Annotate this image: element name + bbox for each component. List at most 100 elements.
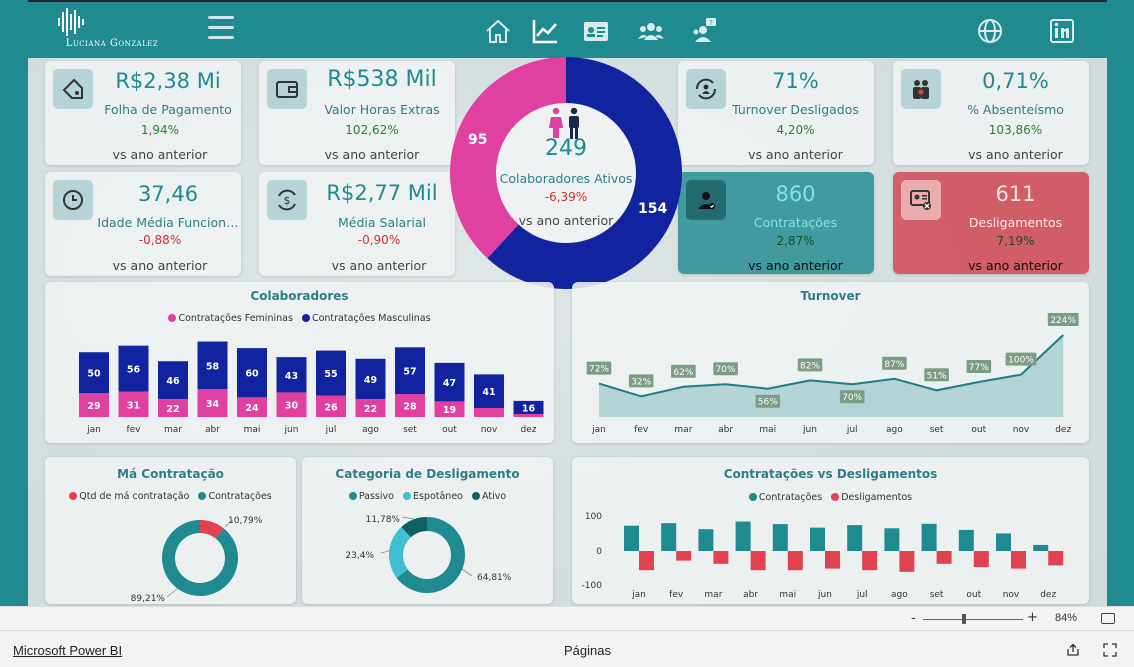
bar-desligamentos bbox=[899, 551, 915, 572]
bar-label-female: 34 bbox=[206, 399, 220, 410]
bar-contratacoes bbox=[772, 524, 788, 551]
data-label: 70% bbox=[842, 393, 862, 403]
colaboradores-chart-card[interactable]: Colaboradores Contratações Femininas Con… bbox=[45, 282, 554, 443]
bar-desligamentos bbox=[750, 551, 766, 571]
user-remove-icon bbox=[901, 180, 941, 220]
data-label: 87% bbox=[884, 360, 904, 370]
x-tick-label: jan bbox=[86, 425, 101, 435]
bar-label-female: 28 bbox=[403, 402, 417, 413]
x-tick-label: nov bbox=[1013, 425, 1030, 435]
data-label: 224% bbox=[1050, 316, 1076, 326]
x-tick-label: jul bbox=[856, 590, 868, 600]
categoria-desligamento-card[interactable]: Categoria de Desligamento Passivo Espotâ… bbox=[302, 457, 553, 604]
x-tick-label: fev bbox=[126, 425, 141, 435]
zoom-out-button[interactable]: - bbox=[911, 611, 916, 626]
kpi-label: Folha de Pagamento bbox=[104, 102, 232, 117]
x-tick-label: jul bbox=[846, 425, 858, 435]
kpi-card-idade[interactable]: 37,46 Idade Média Funcion… -0,88% vs ano… bbox=[45, 172, 241, 276]
data-label: 82% bbox=[800, 361, 820, 371]
kpi-card-contratacoes[interactable]: 860 Contratações 2,87% vs ano anterior bbox=[678, 172, 874, 274]
x-tick-label: mar bbox=[164, 425, 182, 435]
bar-desligamentos bbox=[1011, 551, 1026, 569]
donut-male-label: 154 bbox=[638, 201, 668, 217]
menu-icon[interactable] bbox=[208, 16, 234, 40]
kpi-label: Turnover Desligados bbox=[732, 102, 859, 117]
pages-button[interactable]: Páginas bbox=[564, 643, 611, 658]
bar-desligamentos bbox=[862, 551, 878, 571]
zoom-slider-track[interactable] bbox=[923, 619, 1023, 620]
donut-colaboradores-ativos[interactable]: 249 Colaboradores Ativos -6,39% vs ano a… bbox=[448, 54, 684, 292]
bar-label-female: 26 bbox=[324, 402, 338, 413]
bar-contratacoes bbox=[847, 525, 863, 551]
share-icon[interactable] bbox=[1066, 643, 1080, 657]
y-tick-label: 100 bbox=[585, 512, 602, 522]
bar-contratacoes bbox=[958, 529, 974, 551]
x-tick-label: jan bbox=[591, 425, 606, 435]
kpi-vs-label: vs ano anterior bbox=[968, 147, 1063, 162]
kpi-card-horas-extras[interactable]: R$538 Mil Valor Horas Extras 102,62% vs … bbox=[259, 61, 455, 165]
x-tick-label: ago bbox=[886, 425, 903, 435]
categoria-desligamento-donut: 64,81% 23,4% 11,78% bbox=[345, 515, 512, 593]
kpi-value: 860 bbox=[775, 182, 816, 206]
data-label: 77% bbox=[969, 363, 989, 373]
gender-people-icon bbox=[549, 107, 579, 139]
donut-center-label: Colaboradores Ativos bbox=[499, 171, 633, 186]
zoom-slider-thumb[interactable] bbox=[962, 614, 966, 624]
bar-label-female: 22 bbox=[364, 404, 377, 415]
bar-label-male: 57 bbox=[403, 367, 416, 378]
x-tick-label: jan bbox=[631, 590, 646, 600]
bar-desligamentos bbox=[713, 551, 729, 564]
kpi-change: 103,86% bbox=[988, 123, 1043, 137]
slice-label: 23,4% bbox=[345, 551, 374, 561]
help-people-icon[interactable]: ? bbox=[691, 16, 721, 46]
team-icon[interactable] bbox=[636, 16, 666, 46]
kpi-value: 611 bbox=[995, 182, 1036, 206]
x-tick-label: out bbox=[442, 425, 457, 435]
x-tick-label: dez bbox=[1055, 425, 1071, 435]
zoom-in-button[interactable]: + bbox=[1027, 610, 1038, 625]
fit-to-page-icon[interactable] bbox=[1101, 613, 1115, 624]
linkedin-icon[interactable] bbox=[1047, 16, 1077, 46]
kpi-card-absenteismo[interactable]: 0,71% % Absenteísmo 103,86% vs ano anter… bbox=[893, 61, 1089, 165]
turnover-chart-card[interactable]: Turnover 72% jan 32% fev 62% mar 70% abr 56% mai 8… bbox=[572, 282, 1089, 443]
turnover-area bbox=[599, 335, 1064, 417]
kpi-label: % Absenteísmo bbox=[967, 102, 1064, 117]
kpi-vs-label: vs ano anterior bbox=[112, 258, 208, 273]
x-tick-label: out bbox=[971, 425, 986, 435]
right-gutter bbox=[1107, 0, 1134, 606]
contratacoes-vs-desligamentos-bar-chart: 100 0 -100 jan fev mar abr mai jun jul ago set out no… bbox=[582, 512, 1064, 600]
x-tick-label: abr bbox=[718, 425, 733, 435]
home-icon[interactable] bbox=[483, 16, 513, 46]
data-label: 62% bbox=[673, 368, 693, 378]
data-label: 72% bbox=[589, 365, 609, 375]
bar-contratacoes bbox=[1033, 544, 1049, 551]
slice-label: 64,81% bbox=[477, 573, 512, 583]
contratacoes-vs-desligamentos-card[interactable]: Contratações vs Desligamentos Contrataçõ… bbox=[572, 457, 1089, 604]
bar-label-male: 50 bbox=[87, 369, 101, 380]
bar-label-female: 24 bbox=[245, 403, 259, 414]
kpi-label: Idade Média Funcion… bbox=[97, 215, 239, 230]
id-card-icon[interactable] bbox=[581, 16, 611, 46]
kpi-value: 71% bbox=[772, 69, 819, 93]
kpi-change: 102,62% bbox=[345, 123, 399, 137]
globe-icon[interactable] bbox=[975, 16, 1005, 46]
donut-female-label: 95 bbox=[468, 132, 488, 148]
x-tick-label: set bbox=[930, 590, 944, 600]
kpi-card-folha[interactable]: R$2,38 Mi Folha de Pagamento 1,94% vs an… bbox=[45, 61, 241, 165]
x-tick-label: jun bbox=[284, 425, 299, 435]
kpi-vs-label: vs ano anterior bbox=[324, 147, 420, 162]
kpi-card-turnover[interactable]: 71% Turnover Desligados 4,20% vs ano ant… bbox=[678, 61, 874, 165]
bar-label-male: 16 bbox=[522, 403, 536, 414]
bar-label-male: 46 bbox=[166, 376, 180, 387]
ma-contratacao-card[interactable]: Má Contratação Qtd de má contratação Con… bbox=[45, 457, 296, 604]
chart-line-icon[interactable] bbox=[530, 16, 560, 46]
fullscreen-icon[interactable] bbox=[1103, 643, 1117, 657]
kpi-vs-label: vs ano anterior bbox=[112, 147, 208, 162]
zoom-level: 84% bbox=[1055, 612, 1078, 624]
x-tick-label: dez bbox=[1040, 590, 1056, 600]
power-bi-link[interactable]: Microsoft Power BI bbox=[13, 643, 122, 658]
x-tick-label: fev bbox=[634, 425, 649, 435]
x-tick-label: jun bbox=[817, 590, 832, 600]
kpi-card-desligamentos[interactable]: 611 Desligamentos 7,19% vs ano anterior bbox=[893, 172, 1089, 274]
kpi-card-media-salarial[interactable]: $ R$2,77 Mil Média Salarial -0,90% vs an… bbox=[259, 172, 455, 276]
